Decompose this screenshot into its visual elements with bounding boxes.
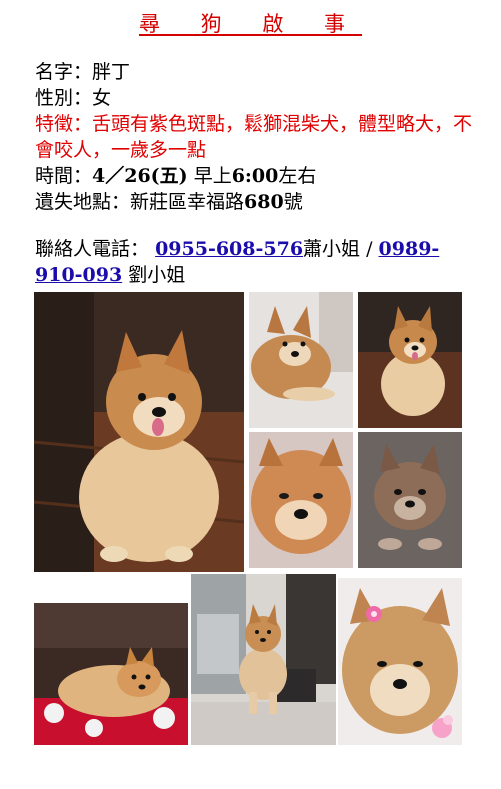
dog-photo-closeup-warm xyxy=(249,432,353,568)
contact-info: 聯絡人電話： 0955-608-576蕭小姐 / 0989-910-093 劉小… xyxy=(35,236,475,288)
contact-person-1: 蕭小姐 / xyxy=(303,238,379,260)
page-title: 尋 狗 啟 事 xyxy=(138,12,363,36)
dog-photo-sitting-small xyxy=(358,292,462,428)
dog-photo-on-blanket xyxy=(34,603,188,745)
contact-person-2: 劉小姐 xyxy=(122,264,186,286)
lost-location: 遺失地點：新莊區幸福路680號 xyxy=(35,191,303,213)
phone-link-1[interactable]: 0955-608-576 xyxy=(155,238,303,260)
dog-name: 名字：胖丁 xyxy=(35,61,131,83)
lost-time: 時間：4／26(五) 早上6:00左右 xyxy=(35,165,317,187)
dog-gender: 性別：女 xyxy=(35,87,112,109)
dog-photo-decorated xyxy=(338,578,462,745)
dog-photo-sitting-large xyxy=(34,292,244,572)
dog-info: 名字：胖丁 性別：女 特徵：舌頭有紫色斑點，鬆獅混柴犬，體型略大，不會咬人，一歲… xyxy=(35,59,475,215)
dog-features: 特徵：舌頭有紫色斑點，鬆獅混柴犬，體型略大，不會咬人，一歲多一點 xyxy=(35,113,473,161)
dog-photo-in-office xyxy=(191,574,336,745)
dog-photo-lying xyxy=(249,292,353,428)
contact-label: 聯絡人電話： xyxy=(35,238,150,260)
dog-photo-closeup-dark xyxy=(358,432,462,568)
